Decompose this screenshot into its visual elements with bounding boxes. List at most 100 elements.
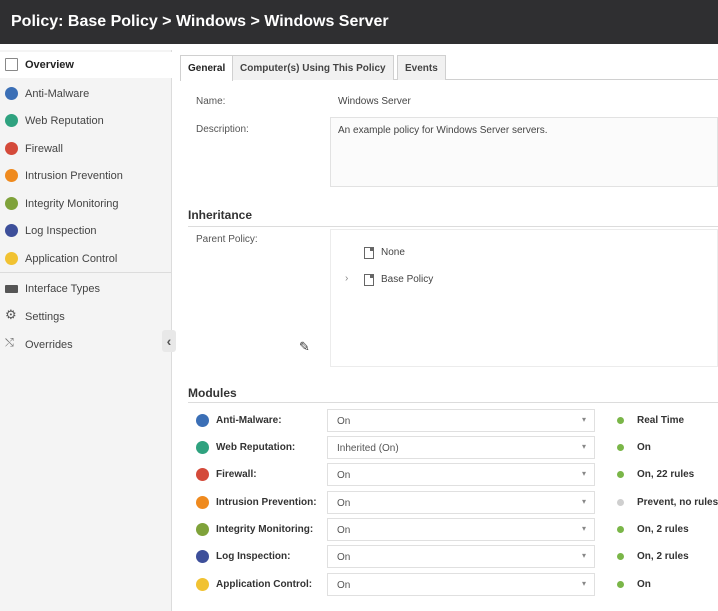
sidebar-divider	[0, 272, 172, 273]
application-control-icon	[196, 578, 209, 591]
sidebar-item-settings[interactable]: ⚙ Settings	[0, 304, 172, 330]
status-indicator-icon	[617, 499, 624, 506]
sidebar-item-label: Integrity Monitoring	[25, 198, 119, 210]
module-state-value: On	[337, 525, 351, 536]
module-row: Log Inspection: On ▾ On, 2 rules	[190, 543, 718, 571]
chevron-down-icon: ▾	[581, 551, 586, 560]
module-row: Web Reputation: Inherited (On) ▾ On	[190, 434, 718, 462]
sidebar-item-application-control[interactable]: Application Control	[0, 246, 172, 272]
sidebar-item-overrides[interactable]: ⤭ Overrides	[0, 332, 172, 358]
tab-bar: General Computer(s) Using This Policy Ev…	[180, 55, 718, 81]
tab-events[interactable]: Events	[397, 55, 446, 80]
log-inspection-icon	[5, 224, 18, 237]
application-control-icon	[5, 252, 18, 265]
mouse-cursor-icon: ✎	[299, 339, 310, 354]
tab-computers-using-policy[interactable]: Computer(s) Using This Policy	[232, 55, 394, 80]
module-label: Web Reputation:	[216, 442, 296, 453]
module-state-select[interactable]: On ▾	[327, 573, 595, 596]
anti-malware-icon	[196, 414, 209, 427]
firewall-icon	[196, 468, 209, 481]
sidebar-item-anti-malware[interactable]: Anti-Malware	[0, 81, 172, 107]
chevron-right-icon[interactable]: ›	[345, 273, 348, 284]
module-state-value: On	[337, 552, 351, 563]
module-state-value: On	[337, 580, 351, 591]
module-label: Integrity Monitoring:	[216, 524, 314, 535]
sidebar-item-interface-types[interactable]: Interface Types	[0, 276, 172, 302]
tab-label: Events	[405, 63, 438, 74]
parent-policy-label: Parent Policy:	[196, 234, 258, 245]
sidebar-item-label: Overrides	[25, 339, 73, 351]
sidebar-item-integrity-monitoring[interactable]: Integrity Monitoring	[0, 191, 172, 217]
module-state-value: Inherited (On)	[337, 443, 399, 454]
intrusion-prevention-icon	[5, 169, 18, 182]
integrity-monitoring-icon	[196, 523, 209, 536]
module-status-text: On	[637, 579, 651, 590]
sidebar-item-label: Intrusion Prevention	[25, 170, 123, 182]
module-row: Firewall: On ▾ On, 22 rules	[190, 461, 718, 489]
page-title: Policy: Base Policy > Windows > Windows …	[11, 13, 389, 30]
module-row: Anti-Malware: On ▾ Real Time	[190, 407, 718, 435]
tree-item-label: None	[381, 247, 405, 258]
module-status-text: On, 2 rules	[637, 524, 689, 535]
sidebar-item-label: Overview	[25, 59, 74, 71]
sidebar-item-log-inspection[interactable]: Log Inspection	[0, 218, 172, 244]
sidebar-item-firewall[interactable]: Firewall	[0, 136, 172, 162]
tree-item-none[interactable]: None	[364, 245, 464, 261]
module-state-value: On	[337, 498, 351, 509]
modules-heading: Modules	[188, 386, 237, 400]
sidebar: Overview Anti-Malware Web Reputation Fir…	[0, 50, 172, 611]
module-state-select[interactable]: On ▾	[327, 463, 595, 486]
module-label: Application Control:	[216, 579, 313, 590]
status-indicator-icon	[617, 553, 624, 560]
module-state-select[interactable]: On ▾	[327, 545, 595, 568]
module-state-select[interactable]: On ▾	[327, 409, 595, 432]
module-state-select[interactable]: On ▾	[327, 491, 595, 514]
settings-gear-icon: ⚙	[5, 307, 17, 322]
status-indicator-icon	[617, 417, 624, 424]
modules-divider	[188, 402, 718, 403]
chevron-down-icon: ▾	[581, 415, 586, 424]
module-status-text: On	[637, 442, 651, 453]
interface-types-icon	[5, 285, 18, 293]
sidebar-item-label: Firewall	[25, 143, 63, 155]
sidebar-item-overview[interactable]: Overview	[0, 52, 172, 78]
status-indicator-icon	[617, 444, 624, 451]
chevron-down-icon: ▾	[581, 442, 586, 451]
web-reputation-icon	[5, 114, 18, 127]
sidebar-item-intrusion-prevention[interactable]: Intrusion Prevention	[0, 163, 172, 189]
chevron-down-icon: ▾	[581, 497, 586, 506]
tab-general[interactable]: General	[180, 55, 234, 81]
status-indicator-icon	[617, 526, 624, 533]
description-field[interactable]: An example policy for Windows Server ser…	[330, 117, 718, 187]
anti-malware-icon	[5, 87, 18, 100]
parent-policy-tree[interactable]: None › Base Policy	[330, 229, 718, 367]
tab-label: Computer(s) Using This Policy	[240, 63, 386, 74]
description-label: Description:	[196, 124, 249, 135]
status-indicator-icon	[617, 471, 624, 478]
sidebar-item-label: Application Control	[25, 253, 118, 265]
policy-page-icon	[364, 274, 374, 286]
module-label: Firewall:	[216, 469, 257, 480]
sidebar-item-label: Log Inspection	[25, 225, 97, 237]
tree-item-base-policy[interactable]: › Base Policy	[345, 272, 485, 288]
chevron-down-icon: ▾	[581, 524, 586, 533]
sidebar-item-web-reputation[interactable]: Web Reputation	[0, 108, 172, 134]
name-label: Name:	[196, 96, 226, 107]
collapse-sidebar-button[interactable]: ‹	[162, 330, 176, 352]
module-row: Intrusion Prevention: On ▾ Prevent, no rule…	[190, 489, 718, 517]
module-state-value: On	[337, 416, 351, 427]
tree-item-label: Base Policy	[381, 274, 434, 285]
module-state-select[interactable]: On ▾	[327, 518, 595, 541]
sidebar-item-label: Web Reputation	[25, 115, 104, 127]
module-status-text: On, 2 rules	[637, 551, 689, 562]
module-state-value: On	[337, 470, 351, 481]
sidebar-item-label: Interface Types	[25, 283, 101, 295]
web-reputation-icon	[196, 441, 209, 454]
description-text: An example policy for Windows Server ser…	[338, 125, 548, 136]
policy-title-bar: Policy: Base Policy > Windows > Windows …	[0, 0, 718, 44]
module-row: Integrity Monitoring: On ▾ On, 2 rules	[190, 516, 718, 544]
log-inspection-icon	[196, 550, 209, 563]
module-state-select[interactable]: Inherited (On) ▾	[327, 436, 595, 459]
module-status-text: Prevent, no rules	[637, 497, 718, 508]
name-field[interactable]: Windows Server	[338, 96, 411, 107]
